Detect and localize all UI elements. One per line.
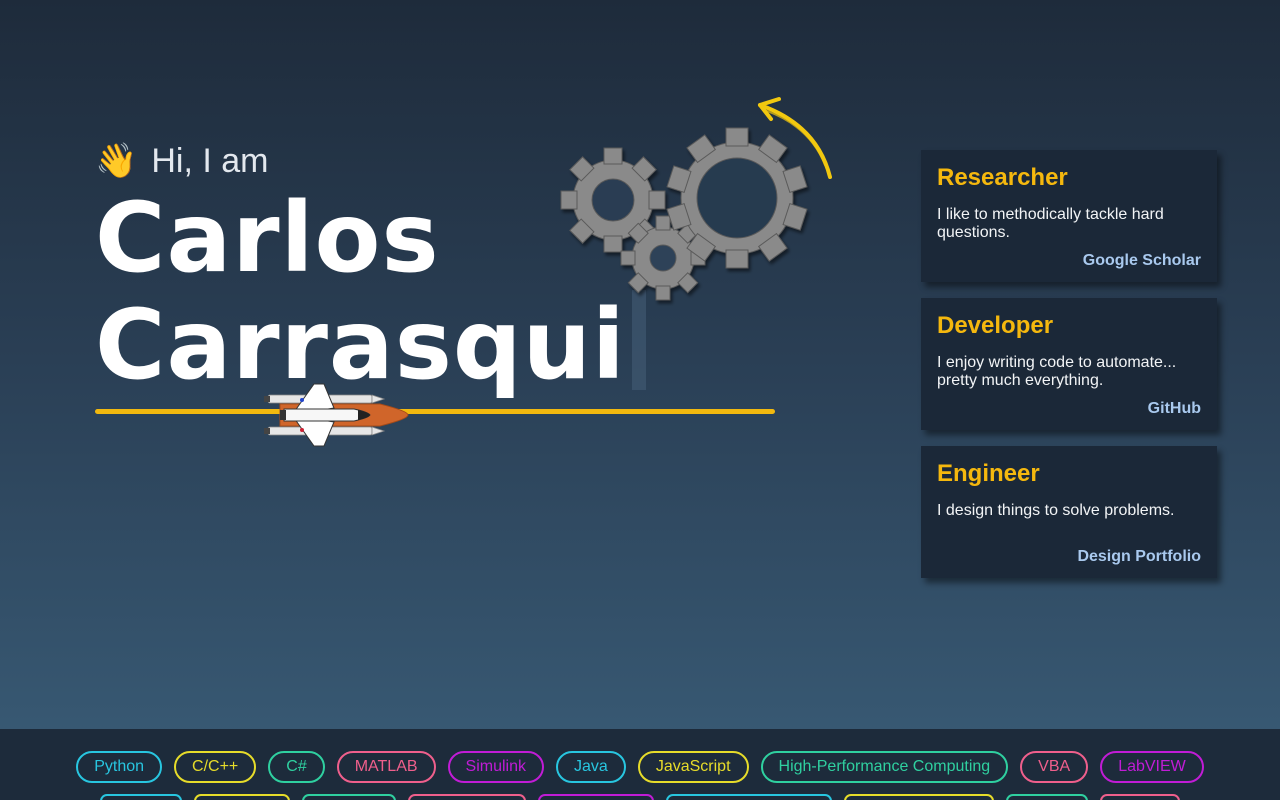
progress-track: [95, 409, 775, 414]
skill-tag-cutoff: [666, 794, 832, 800]
card-description: I enjoy writing code to automate... pret…: [937, 354, 1177, 389]
github-link[interactable]: GitHub: [1148, 400, 1201, 418]
skill-tag-cutoff: [408, 794, 526, 800]
skill-tag-labview: LabVIEW: [1100, 751, 1204, 783]
space-shuttle-icon: [264, 383, 409, 447]
card-engineer: Engineer I design things to solve proble…: [921, 446, 1217, 578]
skill-tag-cutoff: [302, 794, 396, 800]
card-title: Developer: [937, 312, 1054, 339]
skills-bar: Python C/C++ C# MATLAB Simulink Java Jav…: [0, 729, 1280, 800]
google-scholar-link[interactable]: Google Scholar: [1083, 252, 1201, 270]
skill-tag-cpp: C/C++: [174, 751, 257, 783]
card-description: I like to methodically tackle hard quest…: [937, 206, 1164, 241]
role-cards: Researcher I like to methodically tackle…: [921, 150, 1217, 594]
card-researcher: Researcher I like to methodically tackle…: [921, 150, 1217, 282]
skills-row: Python C/C++ C# MATLAB Simulink Java Jav…: [0, 751, 1280, 783]
skill-tag-python: Python: [76, 751, 163, 783]
skill-tag-vba: VBA: [1020, 751, 1089, 783]
skill-tag-cutoff: [194, 794, 290, 800]
skill-tag-simulink: Simulink: [447, 751, 545, 783]
skills-row-partial: [0, 794, 1280, 800]
waving-hand-icon: 👋: [95, 142, 138, 180]
skill-tag-java: Java: [556, 751, 626, 783]
design-portfolio-link[interactable]: Design Portfolio: [1077, 548, 1201, 566]
greeting-text: Hi, I am: [151, 141, 269, 180]
skill-tag-cutoff: [100, 794, 182, 800]
card-description: I design things to solve problems.: [937, 502, 1175, 519]
card-title: Researcher: [937, 164, 1068, 191]
skill-tag-cutoff: [538, 794, 654, 800]
skill-tag-cutoff: [844, 794, 994, 800]
gears-icon: [560, 97, 832, 301]
skill-tag-javascript: JavaScript: [637, 751, 749, 783]
skill-tag-matlab: MATLAB: [336, 751, 436, 783]
card-developer: Developer I enjoy writing code to automa…: [921, 298, 1217, 430]
card-title: Engineer: [937, 460, 1040, 487]
skill-tag-csharp: C#: [268, 751, 325, 783]
skill-tag-hpc: High-Performance Computing: [760, 751, 1009, 783]
skill-tag-cutoff: [1006, 794, 1088, 800]
skill-tag-cutoff: [1100, 794, 1180, 800]
